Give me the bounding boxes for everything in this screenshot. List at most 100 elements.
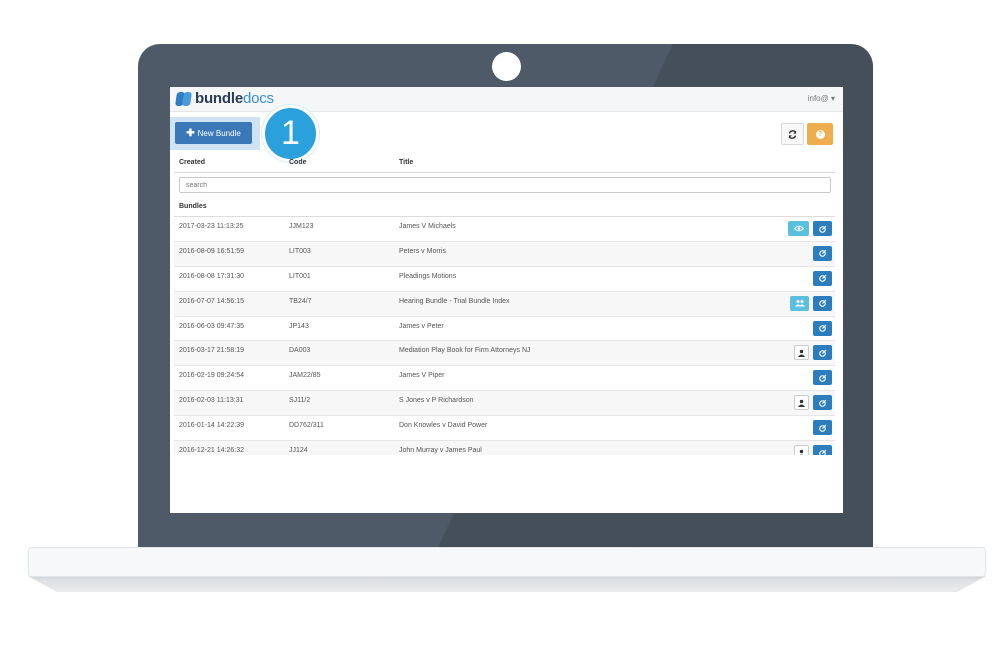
table-row[interactable]: 2016-08-09 16:51:59 LIT003 Peters v Morris xyxy=(174,241,835,267)
cell-code: LIT003 xyxy=(289,247,311,255)
cell-code: JJ124 xyxy=(289,447,308,455)
cell-title: James V Piper xyxy=(399,372,445,380)
cell-created: 2016-02-03 11:13:31 xyxy=(179,397,244,405)
logo-mark-icon xyxy=(175,91,192,106)
edit-button[interactable] xyxy=(813,221,832,236)
plus-icon: ✚ xyxy=(186,127,195,139)
column-header-code[interactable]: Code xyxy=(289,159,307,166)
table-row[interactable]: 2016-08-08 17:31:30 LIT001 Pleadings Motio… xyxy=(174,267,835,292)
user-button[interactable] xyxy=(794,445,809,455)
edit-icon xyxy=(818,274,827,283)
laptop-base xyxy=(28,547,986,577)
cell-title: James v Peter xyxy=(399,322,444,330)
logo-text-docs: docs xyxy=(242,90,274,107)
row-actions xyxy=(794,345,832,361)
cell-title: John Murray v James Paul xyxy=(399,447,482,455)
user-button[interactable] xyxy=(794,395,809,411)
cell-created: 2016-08-09 16:51:59 xyxy=(179,247,244,255)
edit-icon xyxy=(818,299,827,307)
cell-created: 2016-02-19 09:24:54 xyxy=(179,372,244,380)
edit-button[interactable] xyxy=(813,445,832,455)
cell-code: JP143 xyxy=(289,322,309,330)
top-navbar: bundledocs info@ ▾ xyxy=(170,87,843,112)
cell-code: JJM123 xyxy=(289,223,314,230)
user-icon xyxy=(798,449,805,455)
refresh-button[interactable] xyxy=(781,123,804,145)
cell-created: 2016-06-03 09:47:35 xyxy=(179,322,244,330)
cell-created: 2016-12-21 14:26:32 xyxy=(179,447,244,455)
new-bundle-highlight: ✚ New Bundle xyxy=(170,117,260,150)
people-icon xyxy=(794,299,805,307)
row-actions xyxy=(788,221,832,236)
cell-created: 2016-07-07 14:56:15 xyxy=(179,297,244,305)
row-actions xyxy=(813,320,832,336)
cell-code: SJ11/2 xyxy=(289,397,311,405)
cell-created: 2016-01-14 14:22:39 xyxy=(179,422,244,430)
edit-icon xyxy=(818,449,827,455)
edit-button[interactable] xyxy=(813,245,832,261)
laptop-base-bottom xyxy=(28,576,986,592)
cell-title: Hearing Bundle - Trial Bundle Index xyxy=(399,297,510,305)
row-actions xyxy=(813,370,832,386)
table-row[interactable]: 2016-02-03 11:13:31 SJ11/2 S Jones v P Ric… xyxy=(174,391,835,417)
row-actions xyxy=(813,270,832,286)
table-row[interactable]: 2016-07-07 14:56:15 TB24/7 Hearing Bundle … xyxy=(174,291,835,317)
edit-button[interactable] xyxy=(813,420,832,436)
cell-code: DD762/311 xyxy=(289,422,324,430)
column-header-title[interactable]: Title xyxy=(399,159,413,166)
cell-title: S Jones v P Richardson xyxy=(399,397,474,405)
cell-created: 2016-08-08 17:31:30 xyxy=(179,272,244,280)
edit-button[interactable] xyxy=(813,270,832,286)
bundles-table-body: 2017-03-23 11:13:25 JJM123 James V Michael… xyxy=(174,216,835,455)
cell-title: Pleadings Motions xyxy=(399,272,457,280)
new-bundle-label: New Bundle xyxy=(197,128,241,138)
edit-icon xyxy=(818,225,827,233)
help-icon: ? xyxy=(815,129,825,139)
edit-button[interactable] xyxy=(813,395,832,411)
bundledocs-logo[interactable]: bundledocs xyxy=(175,90,274,107)
help-button[interactable]: ? xyxy=(807,123,833,145)
view-button[interactable] xyxy=(788,221,809,236)
step-number-badge: 1 xyxy=(262,105,319,162)
cell-created: 2016-03-17 21:58:19 xyxy=(179,347,244,355)
edit-button[interactable] xyxy=(813,320,832,336)
edit-icon xyxy=(818,424,827,432)
user-button[interactable] xyxy=(794,345,809,361)
user-icon xyxy=(798,399,805,407)
cell-title: Don Knowles v David Power xyxy=(399,422,488,430)
cell-code: LIT001 xyxy=(289,272,311,280)
cell-code: TB24/7 xyxy=(289,297,312,305)
user-menu-dropdown[interactable]: info@ ▾ xyxy=(808,94,835,103)
eye-icon xyxy=(793,225,804,232)
cell-code: DA003 xyxy=(289,347,311,355)
search-input[interactable] xyxy=(179,177,831,193)
logo-text-bundle: bundle xyxy=(195,90,243,107)
cell-title: Mediation Play Book for Firm Attorneys N… xyxy=(399,347,531,355)
table-row[interactable]: 2016-03-17 21:58:19 DA003 Mediation Play B… xyxy=(174,341,835,367)
laptop-camera xyxy=(492,52,521,81)
user-icon xyxy=(798,349,805,357)
edit-button[interactable] xyxy=(813,370,832,386)
table-row[interactable]: 2016-06-03 09:47:35 JP143 James v Peter xyxy=(174,317,835,342)
header-divider xyxy=(174,172,835,173)
app-screen: bundledocs info@ ▾ ✚ New Bundle 1 ? Crea… xyxy=(170,87,843,513)
section-label-bundles: Bundles xyxy=(179,203,207,210)
column-header-created[interactable]: Created xyxy=(179,159,205,166)
table-row[interactable]: 2017-03-23 11:13:25 JJM123 James V Michael… xyxy=(174,217,835,242)
edit-icon xyxy=(818,349,827,357)
cell-title: Peters v Morris xyxy=(399,247,447,255)
new-bundle-button[interactable]: ✚ New Bundle xyxy=(175,122,252,144)
edit-icon xyxy=(818,324,827,332)
row-actions xyxy=(790,295,832,311)
edit-button[interactable] xyxy=(813,295,832,311)
logo-text: bundledocs xyxy=(195,90,274,107)
cell-code: JAM22/85 xyxy=(289,372,321,380)
edit-button[interactable] xyxy=(813,345,832,361)
table-row[interactable]: 2016-02-19 09:24:54 JAM22/85 James V Piper xyxy=(174,366,835,392)
share-button[interactable] xyxy=(790,295,809,311)
table-row[interactable]: 2016-12-21 14:26:32 JJ124 John Murray v Ja… xyxy=(174,441,835,455)
row-actions xyxy=(813,420,832,436)
row-actions xyxy=(794,395,832,411)
cell-created: 2017-03-23 11:13:25 xyxy=(179,223,244,230)
table-row[interactable]: 2016-01-14 14:22:39 DD762/311 Don Knowles … xyxy=(174,416,835,442)
